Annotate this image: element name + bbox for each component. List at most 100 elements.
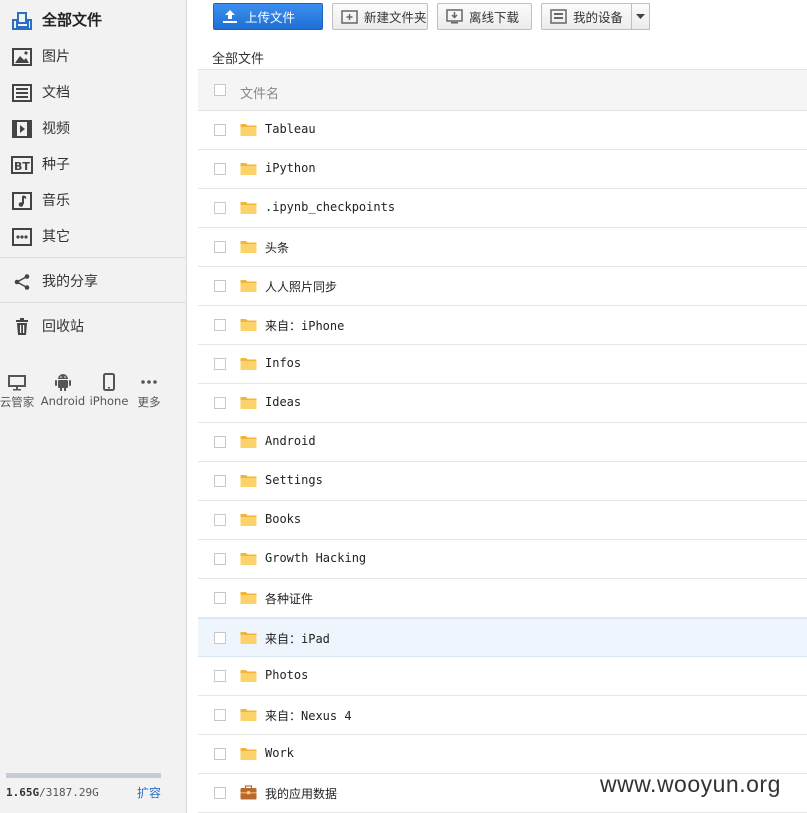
sidebar-item-other[interactable]: 其它	[0, 218, 187, 254]
folder-icon	[240, 707, 257, 722]
folder-icon	[240, 434, 257, 449]
file-name[interactable]: Work	[265, 746, 294, 760]
file-name[interactable]: Android	[265, 434, 316, 448]
file-row[interactable]: 头条	[198, 228, 807, 267]
watermark: www.wooyun.org	[600, 771, 781, 797]
file-name[interactable]: Tableau	[265, 122, 316, 136]
file-name[interactable]: 我的应用数据	[265, 785, 337, 802]
folder-icon	[240, 356, 257, 371]
file-row[interactable]: Infos	[198, 345, 807, 384]
sidebar-item-documents[interactable]: 文档	[0, 74, 187, 110]
folder-icon	[240, 278, 257, 293]
file-row[interactable]: Photos	[198, 657, 807, 696]
my-devices-button[interactable]: 我的设备	[541, 3, 632, 30]
bt-icon: BT	[10, 153, 33, 176]
file-row[interactable]: 来自：Nexus 4	[198, 696, 807, 735]
upload-button[interactable]: 上传文件	[213, 3, 323, 30]
my-devices-label: 我的设备	[573, 10, 624, 25]
video-icon	[10, 117, 33, 140]
sidebar-item-video[interactable]: 视频	[0, 110, 187, 146]
device-label: 更多	[137, 395, 161, 409]
row-checkbox[interactable]	[214, 241, 226, 253]
sidebar-item-images[interactable]: 图片	[0, 38, 187, 74]
file-row[interactable]: iPython	[198, 150, 807, 189]
row-checkbox[interactable]	[214, 319, 226, 331]
file-name[interactable]: 来自：iPad	[265, 630, 330, 647]
folder-icon	[240, 200, 257, 215]
sidebar-item-recycle-bin[interactable]: 回收站	[0, 308, 187, 344]
row-checkbox[interactable]	[214, 787, 226, 799]
file-name[interactable]: Settings	[265, 473, 323, 487]
file-name[interactable]: Growth Hacking	[265, 551, 366, 565]
file-row[interactable]: 各种证件	[198, 579, 807, 618]
device-label: Android	[40, 394, 86, 408]
file-row[interactable]: Android	[198, 423, 807, 462]
document-icon	[10, 81, 33, 104]
offline-download-label: 离线下载	[469, 10, 520, 25]
row-checkbox[interactable]	[214, 202, 226, 214]
row-checkbox[interactable]	[214, 553, 226, 565]
file-name[interactable]: Photos	[265, 668, 308, 682]
row-checkbox[interactable]	[214, 436, 226, 448]
row-checkbox[interactable]	[214, 748, 226, 760]
row-checkbox[interactable]	[214, 475, 226, 487]
file-row[interactable]: 人人照片同步	[198, 267, 807, 306]
offline-download-button[interactable]: 离线下载	[437, 3, 532, 30]
file-row[interactable]: .ipynb_checkpoints	[198, 189, 807, 228]
folder-icon	[240, 551, 257, 566]
sidebar-item-label: 全部文件	[42, 10, 103, 29]
file-name[interactable]: iPython	[265, 161, 316, 175]
file-name[interactable]: 各种证件	[265, 590, 313, 607]
row-checkbox[interactable]	[214, 632, 226, 644]
file-name[interactable]: Ideas	[265, 395, 301, 409]
expand-storage-link[interactable]: 扩容	[137, 784, 161, 801]
file-row[interactable]: Tableau	[198, 111, 807, 150]
folder-icon	[240, 161, 257, 176]
row-checkbox[interactable]	[214, 397, 226, 409]
row-checkbox[interactable]	[214, 280, 226, 292]
file-name[interactable]: 人人照片同步	[265, 278, 337, 295]
file-row[interactable]: Ideas	[198, 384, 807, 423]
file-row[interactable]: Books	[198, 501, 807, 540]
row-checkbox[interactable]	[214, 592, 226, 604]
divider	[0, 302, 187, 303]
breadcrumb[interactable]: 全部文件	[212, 48, 264, 67]
folder-icon	[240, 395, 257, 410]
file-name[interactable]: 来自：iPhone	[265, 317, 344, 334]
row-checkbox[interactable]	[214, 670, 226, 682]
row-checkbox[interactable]	[214, 514, 226, 526]
file-row[interactable]: 来自：iPad	[198, 618, 807, 657]
row-checkbox[interactable]	[214, 709, 226, 721]
android-icon	[40, 370, 86, 394]
ellipsis-icon	[126, 370, 172, 394]
row-checkbox[interactable]	[214, 358, 226, 370]
file-name[interactable]: Infos	[265, 356, 301, 370]
row-checkbox[interactable]	[214, 163, 226, 175]
select-all-checkbox[interactable]	[214, 84, 226, 96]
sidebar-item-torrents[interactable]: BT 种子	[0, 146, 187, 182]
file-row[interactable]: Settings	[198, 462, 807, 501]
my-devices-dropdown[interactable]	[631, 3, 650, 30]
sidebar-item-label: 图片	[42, 49, 70, 65]
folder-icon	[240, 317, 257, 332]
file-name[interactable]: .ipynb_checkpoints	[265, 200, 395, 214]
upload-label: 上传文件	[245, 10, 296, 25]
sidebar-item-music[interactable]: 音乐	[0, 182, 187, 218]
new-folder-button[interactable]: 新建文件夹	[332, 3, 428, 30]
device-pc-client[interactable]: 云管家	[0, 370, 40, 410]
file-name[interactable]: 来自：Nexus 4	[265, 707, 352, 724]
device-android[interactable]: Android	[40, 370, 86, 408]
column-header-filename[interactable]: 文件名	[240, 83, 279, 102]
device-more[interactable]: 更多	[126, 370, 172, 410]
file-name[interactable]: 头条	[265, 239, 289, 256]
file-name[interactable]: Books	[265, 512, 301, 526]
image-icon	[10, 45, 33, 68]
file-row[interactable]: Growth Hacking	[198, 540, 807, 579]
file-row[interactable]: 来自：iPhone	[198, 306, 807, 345]
all-files-icon	[10, 8, 33, 31]
row-checkbox[interactable]	[214, 124, 226, 136]
storage-used: 1.65G	[6, 786, 40, 799]
sidebar-item-my-share[interactable]: 我的分享	[0, 263, 187, 299]
sidebar-item-all-files[interactable]: 全部文件	[0, 1, 187, 37]
file-row[interactable]: Work	[198, 735, 807, 774]
